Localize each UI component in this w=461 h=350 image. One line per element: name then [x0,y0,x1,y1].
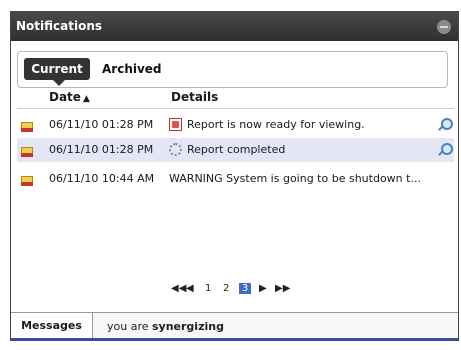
column-header-date-label: Date [49,90,81,104]
first-page-icon[interactable]: ◀◀ [171,283,186,294]
header-divider [17,108,454,109]
notifications-panel: Notifications Current Archived Date ▲ Det… [10,11,459,341]
tab-current[interactable]: Current [24,58,90,86]
gear-icon [169,143,182,156]
column-header-details[interactable]: Details [171,90,218,106]
tab-archived[interactable]: Archived [102,58,162,80]
status-highlight: synergizing [152,320,224,333]
envelope-icon [21,120,33,132]
page-link-1[interactable]: 1 [205,283,211,294]
row-detail: Report completed [187,143,286,156]
page-link-2[interactable]: 2 [223,283,229,294]
status-message: you are synergizing [107,320,224,333]
page-link-3-current[interactable]: 3 [239,283,251,294]
panel-titlebar: Notifications [11,12,458,41]
next-page-icon[interactable]: ▶ [259,283,267,294]
row-detail: WARNING System is going to be shutdown t… [169,172,421,185]
panel-title: Notifications [16,19,103,33]
sort-ascending-icon: ▲ [82,94,90,104]
zoom-icon[interactable] [436,117,453,133]
table-row[interactable]: 06/11/10 01:28 PM Report is now ready fo… [17,113,454,137]
row-date: 06/11/10 01:28 PM [49,143,154,156]
last-page-icon[interactable]: ▶▶ [275,283,290,294]
bottom-accent-stripe [11,338,458,341]
previous-page-icon[interactable]: ◀ [186,283,194,294]
tab-bar: Current Archived [17,51,448,88]
bottom-bar: Messages you are synergizing [11,312,458,341]
row-detail: Report is now ready for viewing. [187,118,365,131]
envelope-icon [21,174,33,186]
minimize-icon[interactable] [437,20,451,34]
table-row[interactable]: 06/11/10 01:28 PM Report completed [17,138,454,162]
row-date: 06/11/10 01:28 PM [49,118,154,131]
envelope-icon [21,145,33,157]
table-row[interactable]: 06/11/10 10:44 AM WARNING System is goin… [17,167,454,191]
tab-messages[interactable]: Messages [11,313,93,341]
row-date: 06/11/10 10:44 AM [49,172,155,185]
pdf-icon [169,118,182,131]
zoom-icon[interactable] [436,142,453,158]
status-prefix: you are [107,320,152,333]
column-header-date[interactable]: Date ▲ [49,90,90,106]
